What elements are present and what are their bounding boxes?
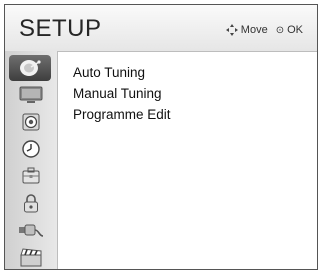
sidebar-item-picture[interactable] (13, 83, 49, 107)
sidebar-item-lock[interactable] (13, 191, 49, 215)
hint-move-label: Move (240, 24, 268, 36)
menu-item-auto-tuning[interactable]: Auto Tuning (73, 65, 145, 80)
monitor-picture-icon (19, 86, 43, 103)
menu-item-manual-tuning[interactable]: Manual Tuning (73, 86, 162, 101)
menu-item-programme-edit[interactable]: Programme Edit (73, 107, 171, 122)
ok-button-icon: ⊙ (275, 24, 285, 36)
hint-ok-label: OK (287, 24, 303, 36)
setup-menu-panel: SETUP Move ⊙ OK Auto Tuning Manual Tunin… (4, 4, 318, 270)
sidebar-item-media[interactable] (13, 245, 49, 269)
satellite-dish-icon (20, 60, 41, 76)
menu-title: SETUP (19, 15, 102, 42)
menu-header: SETUP Move ⊙ OK (5, 5, 317, 52)
clapperboard-icon (20, 248, 42, 267)
options-briefcase-icon (22, 167, 40, 184)
clock-time-icon (22, 140, 40, 158)
sidebar-item-option[interactable] (13, 164, 49, 188)
padlock-lock-icon (24, 194, 38, 213)
speaker-audio-icon (22, 113, 40, 131)
navigation-hints: Move ⊙ OK (225, 24, 303, 36)
sidebar-item-input[interactable] (13, 218, 49, 242)
sidebar-item-setup[interactable] (9, 55, 51, 81)
category-sidebar (5, 51, 58, 269)
sidebar-item-audio[interactable] (13, 110, 49, 134)
dpad-move-icon (225, 24, 238, 36)
sidebar-item-time[interactable] (13, 137, 49, 161)
menu-content: Auto Tuning Manual Tuning Programme Edit (57, 51, 317, 269)
input-plug-icon (19, 224, 44, 237)
